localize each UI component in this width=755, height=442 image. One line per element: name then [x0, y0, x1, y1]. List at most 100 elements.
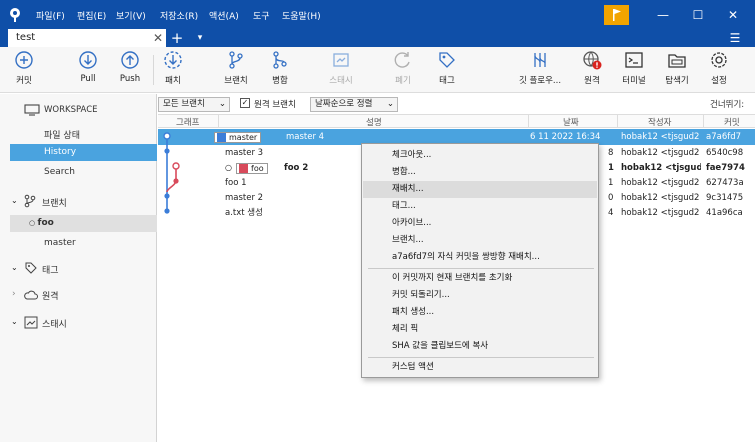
branch-tag-master[interactable]: master [214, 132, 262, 143]
settings-label: 설정 [711, 76, 727, 86]
stash-label: 스태시 [329, 76, 353, 86]
menu-repository[interactable]: 저장소(R) [160, 9, 198, 22]
menu-reset[interactable]: 이 커밋까지 현재 브랜치를 초기화 [363, 270, 597, 287]
stashes-header[interactable]: 스태시 [42, 317, 67, 330]
branch-foo-label: foo [37, 218, 54, 228]
remote-label: 원격 [584, 76, 600, 86]
graph-column-header[interactable]: 그래프 [176, 116, 199, 128]
menu-merge[interactable]: 병합... [363, 164, 597, 181]
sidebar-item-foo[interactable]: ○ foo [10, 215, 157, 232]
sidebar-item-file-status[interactable]: 파일 상태 [44, 128, 80, 141]
chevron-down-icon[interactable]: ⌄ [11, 196, 18, 205]
pull-button[interactable]: Pull [72, 50, 104, 90]
merge-icon [273, 51, 287, 69]
hamburger-menu-icon[interactable]: ☰ [728, 30, 742, 46]
git-flow-button[interactable]: 깃 플로우... [514, 50, 566, 90]
menu-rebase[interactable]: 재배치... [363, 181, 597, 198]
toolbar-divider [153, 55, 154, 85]
author-column-header[interactable]: 작성자 [648, 116, 671, 128]
tags-header[interactable]: 태그 [42, 263, 59, 276]
branch-button[interactable]: 브랜치 [218, 50, 254, 90]
menu-tools[interactable]: 도구 [253, 9, 270, 22]
branch-tag-foo[interactable]: foo [236, 163, 268, 174]
stash-button[interactable]: 스태시 [322, 50, 360, 90]
git-flow-label: 깃 플로우... [518, 76, 562, 86]
sidebar-item-search[interactable]: Search [44, 167, 75, 177]
terminal-button[interactable]: 터미널 [619, 50, 649, 90]
fetch-label: 패치 [165, 76, 181, 86]
menu-edit[interactable]: 편집(E) [77, 9, 106, 22]
remotes-header[interactable]: 원격 [42, 289, 59, 302]
column-divider [528, 115, 529, 127]
add-tab-button[interactable]: + [170, 29, 184, 47]
tab-dropdown-icon[interactable]: ▾ [194, 31, 206, 45]
stash-icon [24, 316, 38, 329]
menu-view[interactable]: 보기(V) [116, 9, 146, 22]
current-branch-icon: ○ [29, 219, 38, 227]
commit-message: master 3 [225, 148, 264, 158]
remote-button[interactable]: 원격 [577, 50, 607, 90]
maximize-button[interactable]: ☐ [686, 6, 710, 24]
push-button[interactable]: Push [114, 50, 146, 90]
menu-create-patch[interactable]: 패치 생성... [363, 304, 597, 321]
menu-archive[interactable]: 아카이브... [363, 215, 597, 232]
discard-button[interactable]: 폐기 [388, 50, 418, 90]
settings-button[interactable]: 설정 [704, 50, 734, 90]
commit-author: hobak12 <tjsgud2 [621, 178, 700, 188]
menu-branch[interactable]: 브랜치... [363, 232, 597, 249]
sort-dropdown[interactable]: 날짜순으로 정렬 ⌄ [310, 97, 398, 112]
commit-icon [15, 51, 33, 69]
chevron-down-icon: ⌄ [218, 99, 226, 109]
branch-icon [229, 51, 243, 69]
commit-button[interactable]: 커밋 [6, 50, 42, 90]
context-menu: 체크아웃... 병합... 재배치... 태그... 아카이브... 브랜치..… [361, 143, 599, 378]
sidebar-item-history[interactable]: History [10, 144, 157, 161]
menu-tag[interactable]: 태그... [363, 198, 597, 215]
commit-author: hobak12 <tjsgud2 [621, 193, 700, 203]
column-divider [703, 115, 704, 127]
menu-custom-actions[interactable]: 커스텀 액션 [363, 359, 597, 376]
menu-cherry-pick[interactable]: 체리 픽 [363, 321, 597, 338]
date-column-header[interactable]: 날짜 [563, 116, 579, 128]
minimize-button[interactable]: — [651, 6, 675, 24]
branch-label: 브랜치 [224, 76, 248, 86]
remote-branches-label: 원격 브랜치 [254, 100, 296, 110]
close-window-button[interactable]: ✕ [721, 6, 745, 24]
remote-branches-checkbox[interactable]: ✓ [240, 98, 250, 108]
notification-flag-button[interactable] [604, 5, 629, 25]
fetch-button[interactable]: 패치 [158, 50, 188, 90]
commit-author: hobak12 <tjsgud [621, 163, 701, 173]
tag-button[interactable]: 태그 [432, 50, 462, 90]
flag-icon [613, 9, 621, 21]
menu-help[interactable]: 도움말(H) [282, 9, 321, 22]
commit-hash: 627473a [706, 178, 744, 188]
chevron-down-icon[interactable]: ⌄ [11, 317, 18, 326]
menu-revert[interactable]: 커밋 되돌리기... [363, 287, 597, 304]
commit-hash: 9c31475 [706, 193, 744, 203]
globe-warning-icon [583, 51, 602, 70]
chevron-down-icon[interactable]: ⌄ [11, 263, 18, 272]
sidebar-item-master[interactable]: master [44, 238, 76, 248]
fetch-icon [164, 51, 182, 69]
toolbar: 커밋 Pull Push 패치 브랜치 병합 스태시 폐기 태그 깃 플로우..… [0, 47, 755, 93]
branch-tag-master-label: master [229, 133, 258, 142]
merge-button[interactable]: 병합 [264, 50, 296, 90]
branch-filter-dropdown[interactable]: 모든 브랜치 ⌄ [158, 97, 230, 112]
menu-actions[interactable]: 액션(A) [209, 9, 239, 22]
commit-author: hobak12 <tjsgud2 [621, 208, 700, 218]
commit-message: foo 2 [284, 163, 309, 173]
tag-label: 태그 [439, 76, 455, 86]
terminal-label: 터미널 [622, 76, 646, 86]
description-column-header[interactable]: 설명 [366, 116, 382, 128]
menu-file[interactable]: 파일(F) [36, 9, 65, 22]
chevron-right-icon[interactable]: › [12, 289, 16, 299]
menu-copy-sha[interactable]: SHA 값을 클립보드에 복사 [363, 338, 597, 355]
commit-column-header[interactable]: 커밋 [724, 116, 740, 128]
branches-header[interactable]: 브랜치 [42, 196, 67, 209]
tab-close-icon[interactable]: ✕ [151, 29, 165, 47]
tab-repo[interactable]: test [8, 29, 166, 47]
branch-badge-icon [217, 133, 226, 142]
menu-checkout[interactable]: 체크아웃... [363, 147, 597, 164]
menu-interactive-rebase[interactable]: a7a6fd7의 자식 커밋을 쌍방향 재배치... [363, 249, 597, 266]
explorer-button[interactable]: 탐색기 [662, 50, 692, 90]
